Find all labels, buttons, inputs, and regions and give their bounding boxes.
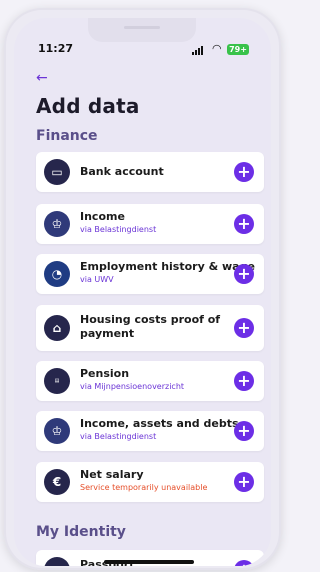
list-item-bank-account[interactable]: ▭ Bank account +: [36, 152, 264, 192]
item-label: Pension: [80, 367, 130, 380]
item-error-subtitle: Service temporarily unavailable: [80, 483, 208, 492]
add-button[interactable]: +: [234, 560, 254, 566]
item-subtitle: via Belastingdienst: [80, 225, 157, 234]
add-button[interactable]: +: [234, 264, 254, 284]
app-screen: 11:27 ◠ 79+ ← Add data Finance ▭ Bank ac…: [14, 18, 271, 566]
signal-icon: [192, 46, 203, 55]
status-bar: 11:27 ◠ 79+: [14, 40, 271, 60]
government-crest-icon: ♔: [44, 211, 70, 237]
list-item-net-salary[interactable]: € Net salary Service temporarily unavail…: [36, 462, 264, 502]
home-indicator[interactable]: [104, 560, 194, 564]
item-label: Income: [80, 210, 125, 223]
list-item-housing[interactable]: ⌂ Housing costs proof of payment +: [36, 305, 264, 351]
house-icon: ⌂: [44, 315, 70, 341]
status-time: 11:27: [38, 42, 74, 55]
item-label: Housing costs proof of payment: [80, 313, 221, 340]
add-button[interactable]: +: [234, 371, 254, 391]
phone-frame: 11:27 ◠ 79+ ← Add data Finance ▭ Bank ac…: [4, 8, 281, 570]
item-label: Employment history & wage: [80, 260, 255, 273]
item-subtitle: via Belastingdienst: [80, 432, 157, 441]
add-button[interactable]: +: [234, 472, 254, 492]
speaker: [124, 26, 160, 29]
section-my-identity: My Identity: [36, 524, 126, 540]
battery-icon: 79+: [227, 44, 249, 55]
item-label: Bank account: [80, 165, 164, 178]
add-button[interactable]: +: [234, 162, 254, 182]
add-button[interactable]: +: [234, 421, 254, 441]
wifi-icon: ◠: [212, 42, 222, 55]
list-item-income-assets-debts[interactable]: ♔ Income, assets and debts via Belasting…: [36, 411, 264, 451]
add-button[interactable]: +: [234, 318, 254, 338]
item-label: Income, assets and debts: [80, 417, 239, 430]
pension-logo-icon: ▤: [44, 368, 70, 394]
item-subtitle: via UWV: [80, 275, 114, 284]
list-item-income[interactable]: ♔ Income via Belastingdienst +: [36, 204, 264, 244]
passport-icon: ▣: [44, 557, 70, 566]
bank-card-icon: ▭: [44, 159, 70, 185]
section-finance: Finance: [36, 128, 98, 144]
item-subtitle: via Mijnpensioenoverzicht: [80, 382, 185, 391]
uwv-logo-icon: ◔: [44, 261, 70, 287]
notch: [88, 18, 196, 42]
euro-icon: €: [44, 469, 70, 495]
page-title: Add data: [36, 94, 140, 118]
add-button[interactable]: +: [234, 214, 254, 234]
list-item-pension[interactable]: ▤ Pension via Mijnpensioenoverzicht +: [36, 361, 264, 401]
list-item-employment[interactable]: ◔ Employment history & wage via UWV +: [36, 254, 264, 294]
government-crest-icon: ♔: [44, 418, 70, 444]
item-label: Net salary: [80, 468, 144, 481]
back-arrow-icon[interactable]: ←: [36, 70, 48, 86]
